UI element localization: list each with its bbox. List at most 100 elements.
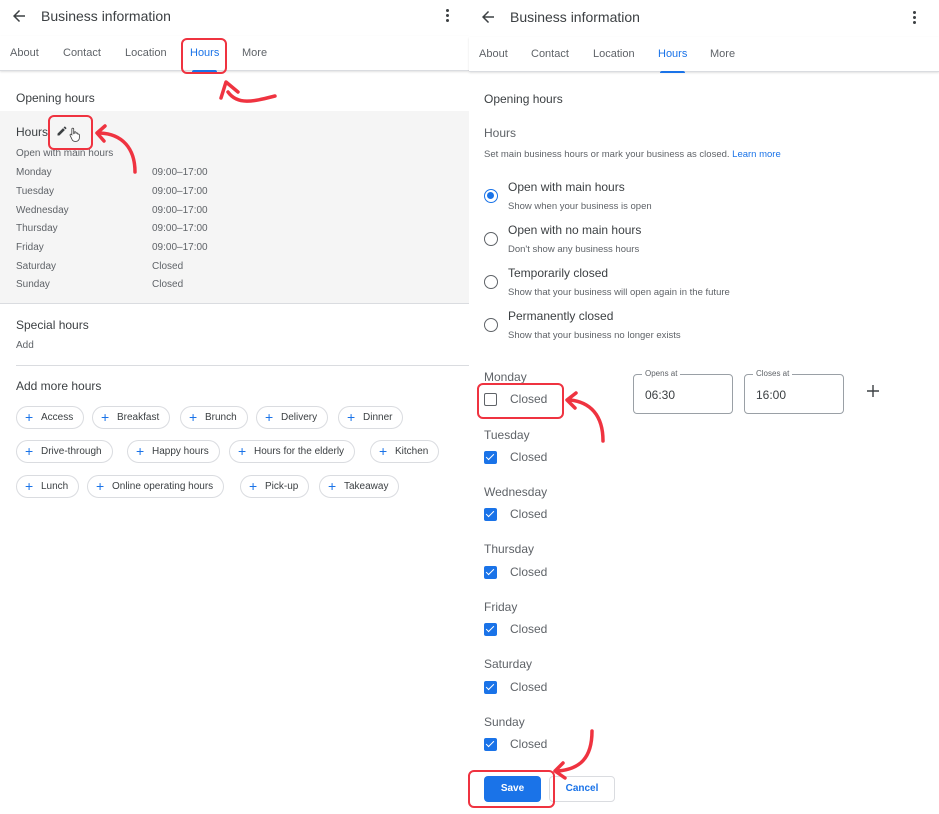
day-name: Sunday [16,279,50,290]
opens-at-field[interactable]: Opens at 06:30 [633,369,733,414]
day-name: Saturday [16,261,57,272]
closes-at-value: 16:00 [756,388,787,402]
opens-at-label: Opens at [642,369,681,378]
chip-dinner[interactable]: + Dinner [338,406,404,429]
plus-icon[interactable] [866,384,880,398]
tab-about[interactable]: About [10,47,39,59]
opening-hours-title: Opening hours [484,92,563,106]
closed-label: Closed [510,392,548,406]
cancel-button[interactable]: Cancel [549,776,615,802]
special-hours-add-link[interactable]: Add [16,340,34,351]
closed-label: Closed [510,737,548,751]
chip-label: Takeaway [344,481,389,492]
closed-checkbox-monday[interactable] [484,393,497,406]
chip-delivery[interactable]: + Delivery [256,406,329,429]
closes-at-field[interactable]: Closes at 16:00 [744,369,844,414]
plus-icon: + [265,409,274,425]
chip-breakfast[interactable]: + Breakfast [92,406,171,429]
plus-icon: + [96,478,105,494]
closed-checkbox-sunday[interactable] [484,738,497,751]
plus-icon: + [249,478,258,494]
tab-more[interactable]: More [242,47,267,59]
chip-label: Lunch [41,481,69,492]
closed-checkbox-wednesday[interactable] [484,508,497,521]
hours-description: Set main business hours or mark your bus… [484,149,781,160]
closed-checkbox-friday[interactable] [484,623,497,636]
day-hours: Closed [152,261,184,272]
chip-hours-for-elderly[interactable]: + Hours for the elderly [229,440,356,463]
closed-checkbox-saturday[interactable] [484,681,497,694]
tab-about[interactable]: About [479,48,508,60]
plus-icon: + [25,409,34,425]
plus-icon: + [328,478,337,494]
tab-hours[interactable]: Hours [658,48,687,73]
plus-icon: + [379,443,388,459]
tab-location[interactable]: Location [125,47,167,59]
arrow-back-icon[interactable] [10,7,28,25]
day-row: Tuesday 09:00–17:00 [16,186,316,200]
learn-more-link[interactable]: Learn more [732,149,781,160]
option-label: Open with no main hours [508,223,642,237]
more-vert-icon[interactable] [444,8,450,24]
hours-editor-panel: Business information About Contact Locat… [469,0,939,814]
chip-online-operating-hours[interactable]: + Online operating hours [87,475,225,498]
chip-lunch[interactable]: + Lunch [16,475,80,498]
chip-access[interactable]: + Access [16,406,85,429]
day-name: Tuesday [16,186,54,197]
hand-cursor-icon [69,127,80,142]
chip-pick-up[interactable]: + Pick-up [240,475,310,498]
more-vert-icon[interactable] [911,10,917,26]
day-hours: 09:00–17:00 [152,242,208,253]
tab-location[interactable]: Location [593,48,635,60]
special-hours-title: Special hours [16,318,89,332]
chip-label: Brunch [205,412,237,423]
chip-kitchen[interactable]: + Kitchen [370,440,440,463]
radio-open-with-main-hours[interactable] [484,189,498,203]
tab-contact[interactable]: Contact [531,48,569,60]
closed-label: Closed [510,507,548,521]
day-name: Wednesday [16,205,69,216]
day-hours: Closed [152,279,184,290]
closed-checkbox-tuesday[interactable] [484,451,497,464]
day-row: Monday 09:00–17:00 [16,167,316,181]
chip-drive-through[interactable]: + Drive-through [16,440,113,463]
day-name: Thursday [16,223,58,234]
hours-summary: Hours Open with main hours Monday 09:00–1… [0,111,469,304]
option-label: Temporarily closed [508,266,609,280]
tab-more[interactable]: More [710,48,735,60]
save-button[interactable]: Save [484,776,541,802]
chip-label: Online operating hours [112,481,214,492]
chip-takeaway[interactable]: + Takeaway [319,475,400,498]
chip-label: Delivery [281,412,318,423]
day-hours: 09:00–17:00 [152,205,208,216]
closed-checkbox-thursday[interactable] [484,566,497,579]
day-label-wednesday: Wednesday [484,485,548,499]
plus-icon: + [101,409,110,425]
chip-label: Happy hours [152,446,209,457]
day-name: Monday [16,167,52,178]
day-row: Sunday Closed [16,279,316,293]
hours-label: Hours [16,125,49,139]
day-row: Wednesday 09:00–17:00 [16,205,316,219]
radio-temporarily-closed[interactable] [484,275,498,289]
day-hours: 09:00–17:00 [152,186,208,197]
day-hours: 09:00–17:00 [152,167,208,178]
chip-happy-hours[interactable]: + Happy hours [127,440,220,463]
page-title: Business information [41,8,171,24]
chip-label: Access [41,412,74,423]
tab-contact[interactable]: Contact [63,47,101,59]
radio-open-with-no-main-hours[interactable] [484,232,498,246]
tab-hours[interactable]: Hours [190,47,219,72]
plus-icon: + [25,478,34,494]
chip-label: Pick-up [265,481,299,492]
chip-brunch[interactable]: + Brunch [180,406,248,429]
option-description: Show that your business will open again … [508,287,730,298]
plus-icon: + [347,409,356,425]
radio-permanently-closed[interactable] [484,318,498,332]
option-label: Permanently closed [508,309,614,323]
arrow-back-icon[interactable] [479,8,497,26]
plus-icon: + [136,443,145,459]
page-title: Business information [510,9,640,25]
opens-at-value: 06:30 [645,388,676,402]
pencil-icon[interactable] [56,125,68,137]
